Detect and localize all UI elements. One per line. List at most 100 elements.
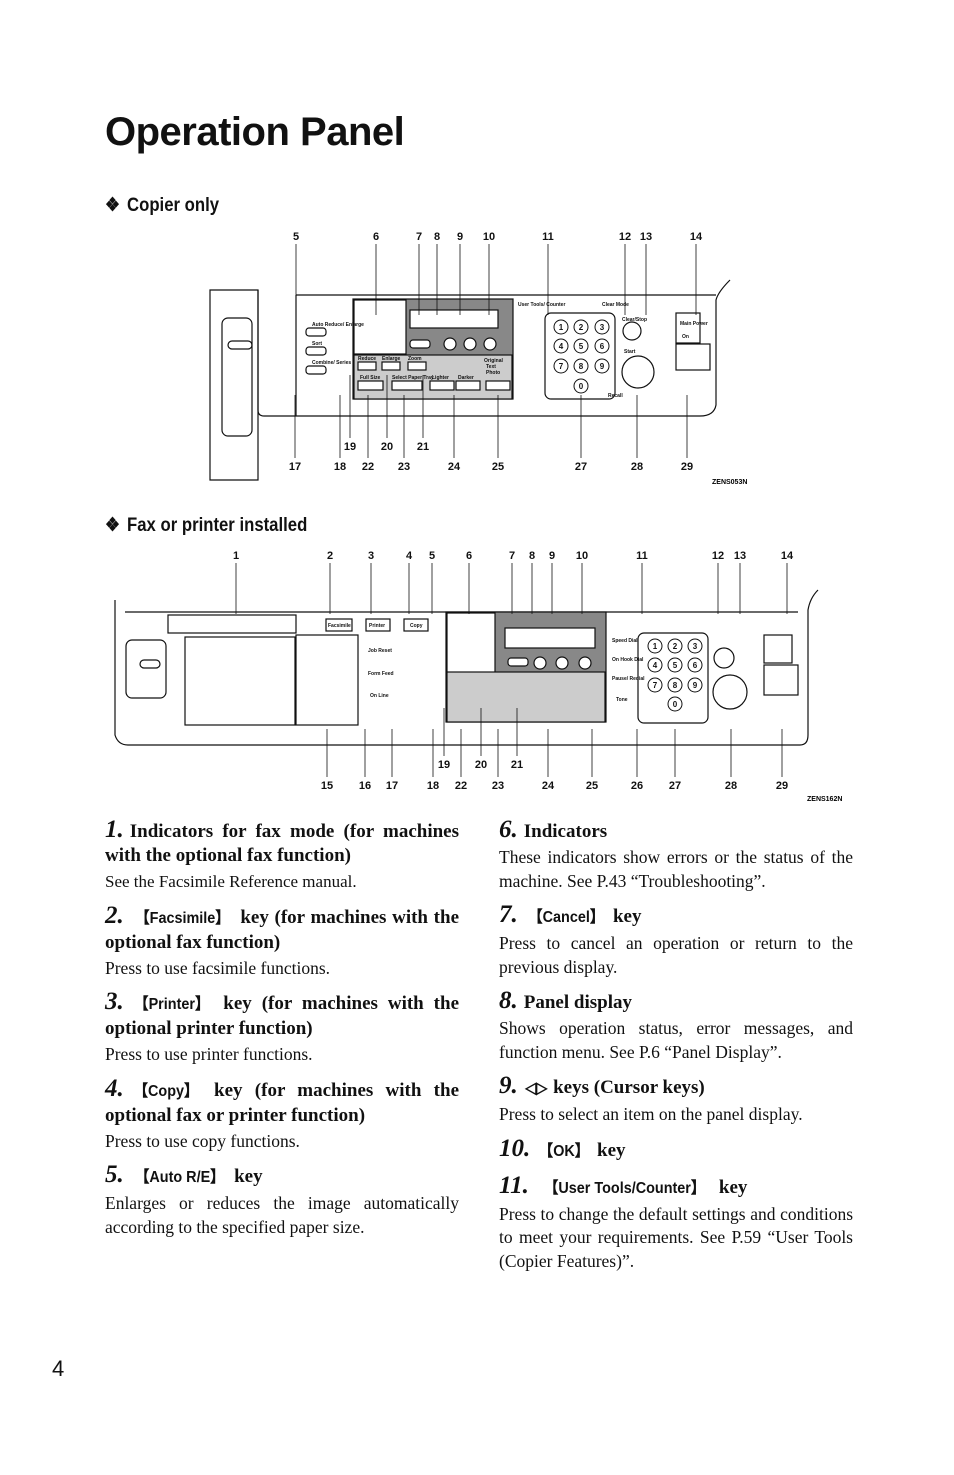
panel-label: Recall — [608, 393, 623, 399]
keypad-digit: 4 — [559, 342, 564, 351]
callout-number: 6 — [373, 231, 379, 243]
figure-code: ZENS053N — [712, 479, 747, 486]
panel-label: Start — [624, 349, 636, 355]
panel-label: Job Reset — [368, 648, 392, 654]
callout-number: 3 — [368, 550, 374, 562]
item-description: Press to change the default settings and… — [499, 1203, 853, 1271]
callout-number: 2 — [327, 550, 333, 562]
callout-number: 23 — [492, 780, 504, 792]
callout-number: 22 — [455, 780, 467, 792]
keypad-digit: 5 — [579, 342, 584, 351]
panel-label: Lighter — [432, 375, 449, 381]
panel-label: Copy — [410, 623, 423, 629]
fax-printer-panel-illustration — [114, 589, 819, 746]
panel-label: Select Paper Tray — [392, 375, 434, 381]
item-description: These indicators show errors or the stat… — [499, 847, 853, 891]
callout-number: 13 — [640, 231, 652, 243]
callout-number: 27 — [575, 461, 587, 473]
panel-label: Printer — [369, 623, 385, 629]
page-number: 4 — [52, 1356, 65, 1381]
description-item: 1. Indicators for fax mode (for machines … — [105, 816, 459, 894]
item-number: 2. — [105, 901, 124, 929]
callout-number: 17 — [386, 780, 398, 792]
callout-number: 12 — [619, 231, 631, 243]
callout-number: 15 — [321, 780, 333, 792]
figure-code: ZENS162N — [807, 796, 842, 803]
item-description: Enlarges or reduces the image automatica… — [105, 1193, 459, 1237]
callout-number: 25 — [492, 461, 504, 473]
item-heading: 9. ◁▷ keys (Cursor keys) — [499, 1072, 853, 1101]
callout-number: 4 — [406, 550, 413, 562]
panel-label: Enlarge — [382, 356, 401, 362]
keypad-digit: 3 — [693, 642, 698, 651]
description-item: 4. 【Copy】 key (for machines with the opti… — [105, 1074, 459, 1154]
keypad-digit: 5 — [673, 661, 678, 670]
panel-label: Reduce — [358, 356, 376, 362]
keypad-digit: 7 — [653, 681, 658, 690]
keypad-digit: 6 — [600, 342, 605, 351]
item-title: Indicators — [523, 821, 608, 842]
item-title: key — [612, 906, 642, 927]
callout-number: 7 — [509, 550, 515, 562]
item-number: 11. — [499, 1171, 529, 1199]
keypad-digit: 8 — [579, 362, 584, 371]
item-title: keys (Cursor keys) — [553, 1077, 705, 1098]
item-title: key — [234, 1166, 263, 1187]
description-item: 10. 【OK】 key — [499, 1136, 853, 1164]
panel-label: On — [682, 334, 689, 340]
panel-label: Clear/Stop — [622, 317, 647, 323]
item-title: key — [718, 1176, 748, 1198]
item-description: Press to use copy functions. — [105, 1130, 300, 1151]
callout-number: 10 — [483, 231, 495, 243]
key-name: 【User Tools/Counter】 — [543, 1179, 706, 1197]
description-column-left: 1. Indicators for fax mode (for machines … — [105, 816, 459, 1239]
panel-label: Photo — [486, 370, 500, 376]
callout-number: 29 — [776, 780, 788, 792]
panel-label: Zoom — [408, 356, 422, 362]
item-description: Press to cancel an operation or return t… — [499, 933, 853, 977]
panel-label: Speed Dial — [612, 638, 638, 644]
item-heading: 5. 【Auto R/E】 key — [105, 1161, 459, 1190]
callout-number: 14 — [690, 231, 703, 243]
description-item: 5. 【Auto R/E】 key Enlarges or reduces the … — [105, 1161, 459, 1239]
panel-label: Full Size — [360, 375, 381, 381]
item-number: 1. — [105, 816, 124, 843]
callout-number: 8 — [529, 550, 535, 562]
item-heading: 1. Indicators for fax mode (for machines … — [105, 816, 459, 868]
keypad-digit: 4 — [653, 661, 658, 670]
key-name: 【Cancel】 — [527, 909, 605, 926]
description-item: 8. Panel display Shows operation status, e… — [499, 988, 853, 1064]
item-title: Indicators for fax mode (for machines wi… — [105, 821, 459, 866]
callout-number: 5 — [293, 231, 299, 243]
callout-number: 19 — [344, 441, 356, 453]
panel-label: Pause/ Redial — [612, 676, 645, 682]
keypad-digit: 7 — [559, 362, 564, 371]
item-heading: 10. 【OK】 key — [499, 1136, 853, 1164]
item-number: 4. — [105, 1074, 124, 1102]
panel-label: On Hook Dial — [612, 657, 644, 663]
keypad-digit: 1 — [559, 323, 564, 332]
callout-number: 10 — [576, 550, 588, 562]
panel-label: Main Power — [680, 321, 708, 327]
callout-number: 18 — [427, 780, 439, 792]
key-name: 【OK】 — [539, 1142, 590, 1160]
callout-number: 18 — [334, 461, 346, 473]
key-name: ◁▷ — [524, 1080, 548, 1097]
item-number: 7. — [499, 901, 518, 928]
callout-number: 20 — [381, 441, 393, 453]
callout-number: 12 — [712, 550, 724, 562]
panel-label: Combine/ Series — [312, 360, 351, 366]
item-number: 9. — [499, 1072, 518, 1099]
keypad-digit: 3 — [600, 323, 605, 332]
description-item: 3. 【Printer】 key (for machines with the o… — [105, 989, 459, 1067]
item-heading: 2. 【Facsimile】 key (for machines with the… — [105, 901, 459, 955]
item-description: Press to select an item on the panel dis… — [499, 1104, 803, 1124]
item-number: 5. — [105, 1161, 124, 1188]
item-title: key — [597, 1139, 626, 1161]
callout-number: 16 — [359, 780, 371, 792]
item-heading: 11. 【User Tools/Counter】 key — [499, 1171, 853, 1201]
description-item: 6. Indicators These indicators show errors… — [499, 817, 853, 893]
key-name: 【Copy】 — [133, 1082, 199, 1100]
item-heading: 3. 【Printer】 key (for machines with the o… — [105, 989, 459, 1041]
panel-label: Form Feed — [368, 671, 394, 677]
